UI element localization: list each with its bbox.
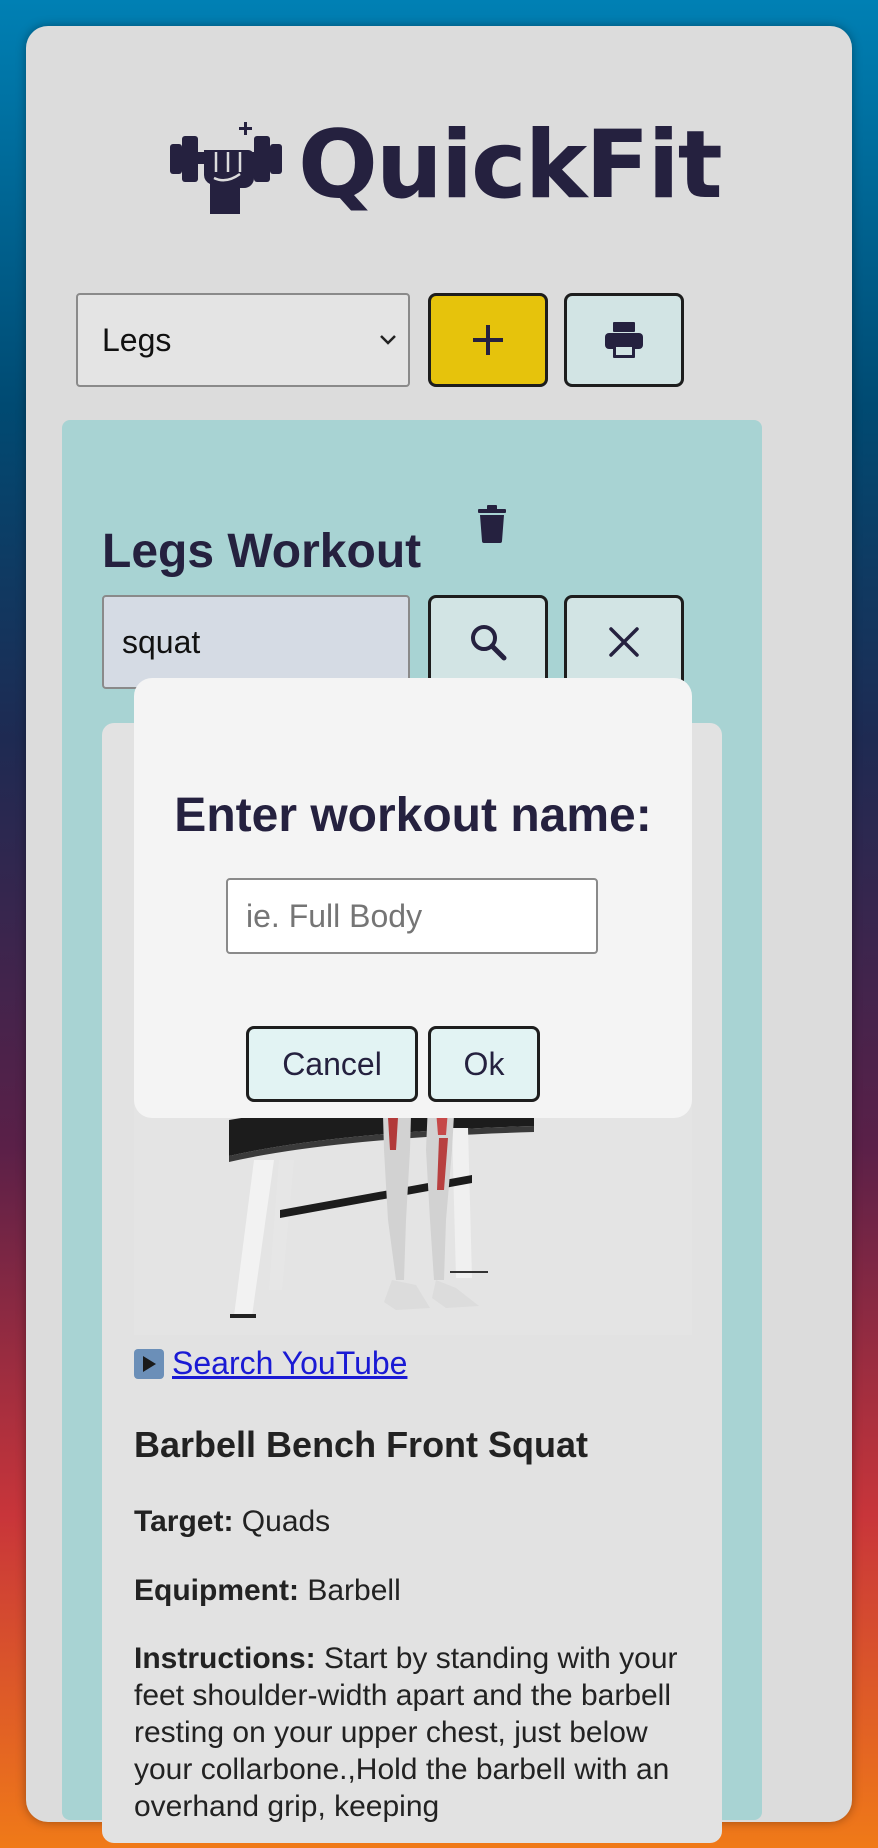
search-button[interactable]: [428, 595, 548, 689]
print-button[interactable]: [564, 293, 684, 387]
exercise-image: [134, 1080, 692, 1335]
search-query: squat: [122, 623, 201, 660]
search-icon: [471, 625, 507, 661]
cancel-button[interactable]: Cancel: [246, 1026, 418, 1102]
search-youtube-link[interactable]: Search YouTube: [134, 1345, 407, 1382]
app-title: QuickFit: [298, 111, 723, 220]
workout-name-input[interactable]: [226, 878, 598, 954]
printer-icon: [605, 322, 643, 358]
equipment-value: Barbell: [307, 1574, 401, 1607]
chevron-down-icon: [380, 335, 396, 345]
clear-search-button[interactable]: [564, 595, 684, 689]
dumbbell-fist-logo-icon: [170, 122, 282, 214]
workout-select-value: Legs: [102, 321, 172, 358]
target-value: Quads: [241, 1505, 331, 1538]
close-icon: [609, 627, 639, 657]
exercise-instructions: Instructions: Start by standing with you…: [134, 1640, 694, 1825]
dialog-title: Enter workout name:: [174, 789, 652, 842]
add-workout-button[interactable]: [428, 293, 548, 387]
workout-select[interactable]: Legs: [76, 293, 410, 387]
trash-icon: [478, 505, 506, 543]
exercise-target: Target: Quads: [134, 1505, 330, 1539]
exercise-illustration: [229, 1080, 534, 1318]
exercise-search-input[interactable]: squat: [102, 595, 410, 689]
workout-name-dialog: Enter workout name: Cancel Ok: [134, 678, 692, 1118]
search-youtube-label: Search YouTube: [172, 1345, 408, 1381]
plus-icon: [473, 325, 503, 355]
instructions-label: Instructions:: [134, 1642, 316, 1675]
exercise-equipment: Equipment: Barbell: [134, 1574, 401, 1608]
workout-title: Legs Workout: [102, 525, 422, 578]
ok-button[interactable]: Ok: [428, 1026, 540, 1102]
app-logo: QuickFit: [170, 111, 723, 220]
delete-workout-button[interactable]: [478, 505, 506, 548]
play-icon: [134, 1348, 164, 1379]
exercise-name: Barbell Bench Front Squat: [134, 1424, 589, 1465]
equipment-label: Equipment:: [134, 1574, 299, 1607]
target-label: Target:: [134, 1505, 234, 1538]
